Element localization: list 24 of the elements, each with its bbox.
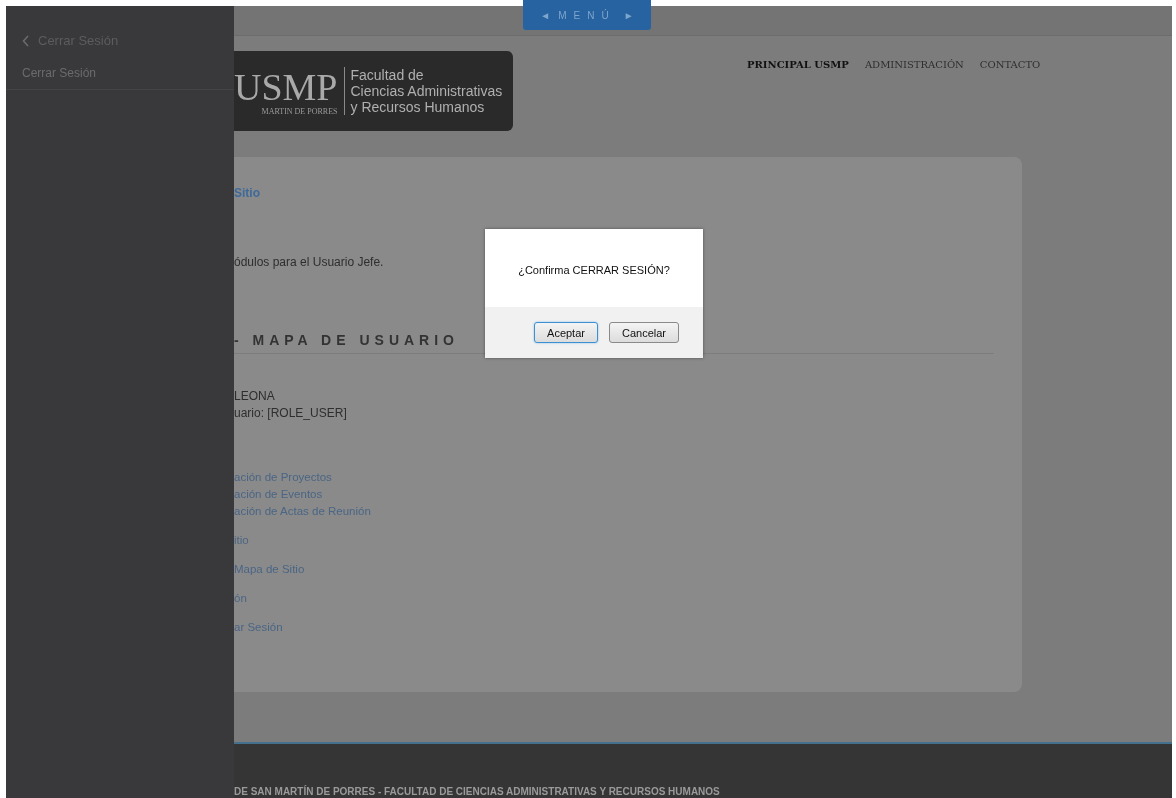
logo-text: Ciencias Administrativas [350, 83, 503, 99]
page-title: Sitio [234, 186, 261, 200]
chevron-left-icon [22, 34, 30, 47]
logo-mark: USMP [234, 66, 338, 107]
user-info: uario: [ROLE_USER] [234, 405, 348, 422]
sitemap-link[interactable]: ación de Eventos [234, 486, 1022, 503]
sitemap-link[interactable]: ación de Proyectos [234, 469, 1022, 486]
menu-tab[interactable]: ◄ MENÚ ► [523, 0, 651, 30]
sitemap-link[interactable]: ón [234, 590, 1022, 607]
user-info: LEONA [234, 388, 276, 405]
nav-link[interactable]: CONTACTO [979, 59, 1041, 73]
logo-text: Facultad de [350, 67, 425, 83]
logo-subtitle: MARTIN DE PORRES [261, 106, 338, 116]
nav-link[interactable]: PRINCIPAL USMP [747, 59, 849, 73]
sitemap-link[interactable]: Mapa de Sitio [234, 561, 1022, 578]
logo-text: y Recursos Humanos [350, 99, 486, 115]
footer-text: DE SAN MARTÍN DE PORRES - FACULTAD DE CIENCIAS ADMINISTRATIVAS Y RECURSOS HUMANOS [234, 786, 720, 798]
dialog-button[interactable]: Aceptar [534, 322, 598, 343]
dialog-button[interactable]: Cancelar [608, 322, 679, 343]
dialog-message: ¿Confirma CERRAR SESIÓN? [517, 262, 671, 278]
sitemap-link[interactable]: itio [234, 532, 1022, 549]
nav-link[interactable]: ADMINISTRACIÓN [864, 59, 964, 73]
sitemap-link[interactable]: ar Sesión [234, 619, 1022, 636]
sitemap-link[interactable]: ación de Actas de Reunión [234, 503, 1022, 520]
